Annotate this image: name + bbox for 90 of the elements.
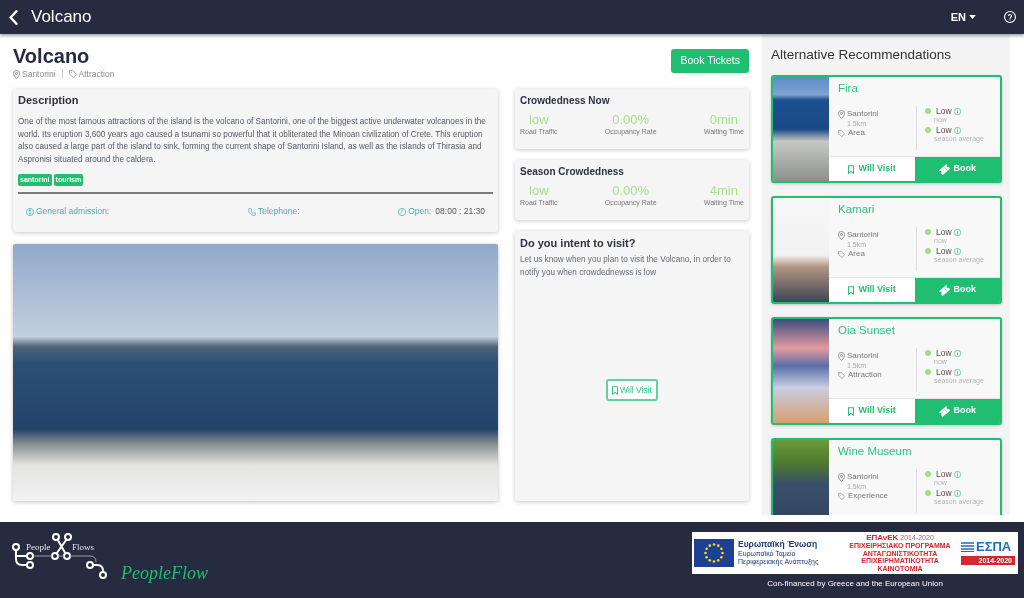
eu-title: Ευρωπαϊκή Ένωση (738, 538, 819, 550)
description-heading: Description (18, 93, 80, 107)
recommendation-category: Attraction (848, 370, 882, 380)
recommendation-location: Santorini (847, 230, 879, 240)
crowd-level: Low (936, 125, 952, 135)
crowdedness-title: Crowdedness Now (520, 94, 611, 107)
recommendation-name: Wine Museum (838, 444, 913, 459)
striped-flag-icon (961, 542, 974, 552)
pin-icon (838, 230, 845, 240)
phone-icon (247, 207, 256, 216)
recommendation-name: Fira (838, 81, 859, 96)
clock-icon (398, 207, 407, 216)
logo-text: Flows (72, 542, 94, 552)
crowd-level: Low (936, 348, 952, 358)
info-icon[interactable] (953, 470, 961, 478)
place-title: Volcano (13, 44, 91, 68)
pin-icon (838, 351, 845, 361)
place-category: Attraction (78, 68, 115, 80)
crowd-level: Low (936, 488, 952, 498)
logo-text: People (26, 542, 51, 552)
metric-value: 0.00% (612, 183, 650, 198)
pin-icon (13, 69, 20, 79)
info-icon[interactable] (953, 107, 961, 115)
crowd-level: Low (936, 469, 952, 479)
recommendation-category: Area (848, 249, 865, 259)
will-visit-button[interactable]: Will Visit (829, 157, 915, 181)
tag-icon (838, 492, 845, 500)
metric-value: 0min (709, 112, 738, 127)
info-icon[interactable] (953, 247, 961, 255)
will-visit-button[interactable]: Will Visit (606, 379, 658, 401)
recommendation-location: Santorini (847, 351, 879, 361)
ticket-icon (938, 405, 950, 417)
visit-title: Do you intent to visit? (520, 236, 637, 250)
admission-label: General admission: (36, 206, 110, 218)
pin-icon (838, 109, 845, 119)
tag-icon (838, 129, 845, 137)
book-button[interactable]: Book (914, 278, 1000, 302)
metric-value: 4min (709, 183, 738, 198)
ticket-icon (938, 284, 950, 296)
opening-hours: 08:00 : 21:30 (435, 206, 485, 218)
recommendations-title: Alternative Recommendations (771, 47, 953, 63)
book-button[interactable]: Book (914, 157, 1000, 181)
info-icon[interactable] (953, 349, 961, 357)
info-icon[interactable] (953, 489, 961, 497)
cofinancing-caption: Con-financed by Greece and the European Union (767, 578, 943, 589)
book-button[interactable]: Book (914, 399, 1000, 423)
metric-value: low (529, 112, 549, 127)
recommendation-location: Santorini (847, 472, 879, 482)
opening-hours-label: Open: (408, 206, 432, 218)
help-icon[interactable] (1004, 11, 1016, 23)
page-title: Volcano (31, 7, 92, 27)
book-tickets-button[interactable]: Book Tickets (671, 49, 749, 73)
recommendation-name: Oia Sunset (838, 323, 896, 338)
brand-name: PeopleFlow (121, 563, 208, 583)
metric-value: low (529, 183, 549, 198)
telephone-label: Telephone: (257, 206, 300, 218)
crowd-level: Low (936, 367, 952, 377)
back-icon[interactable] (9, 9, 18, 25)
crowd-level: Low (936, 246, 952, 256)
crowd-level: Low (936, 227, 952, 237)
programme-name: ΕΠΑνΕΚ (866, 533, 899, 542)
tag-icon (838, 371, 845, 379)
ticket-icon (938, 163, 950, 175)
recommendation-location: Santorini (847, 109, 879, 119)
eu-flag-icon (694, 538, 734, 567)
pin-icon (838, 472, 845, 482)
crowd-level: Low (936, 106, 952, 116)
info-icon[interactable] (953, 368, 961, 376)
espa-name: ΕΣΠΑ (976, 540, 1012, 554)
bookmark-icon (847, 164, 854, 174)
language-selector[interactable]: EN (950, 10, 976, 24)
recommendation-category: Area (848, 128, 865, 138)
metric-value: 0.00% (612, 112, 650, 127)
place-location: Santorini (22, 68, 56, 80)
tag-icon (68, 70, 77, 78)
bookmark-icon (612, 385, 618, 395)
will-visit-button[interactable]: Will Visit (829, 399, 915, 423)
info-icon[interactable] (953, 228, 961, 236)
tag-icon (838, 250, 845, 258)
bookmark-icon (847, 406, 854, 416)
description-text: One of the most famous attractions of the island is the volcano of Santorini, one of the biggest active underwater volcanoes in the world. Its eruption 3,600 years ago caused a tsunami so powerful that it obliterated the Minoan civilization of Crete. This eruption also caused a large part of the island to sink, forming the current shape of Santorini Island, as well as the islands of Thirasia and Aspronisi situated around the caldera. (18, 116, 487, 166)
caret-icon (969, 15, 976, 19)
will-visit-button[interactable]: Will Visit (829, 278, 915, 302)
bookmark-icon (847, 285, 854, 295)
info-icon[interactable] (953, 126, 961, 134)
recommendation-category: Experience (848, 491, 889, 501)
visit-text: Let us know when you plan to visit the Volcano, in order to notify you when crowdednewss is low (520, 254, 732, 279)
dollar-circle-icon (26, 207, 34, 216)
recommendation-name: Kamari (838, 202, 876, 217)
crowdedness-title: Season Crowdedness (520, 165, 625, 178)
